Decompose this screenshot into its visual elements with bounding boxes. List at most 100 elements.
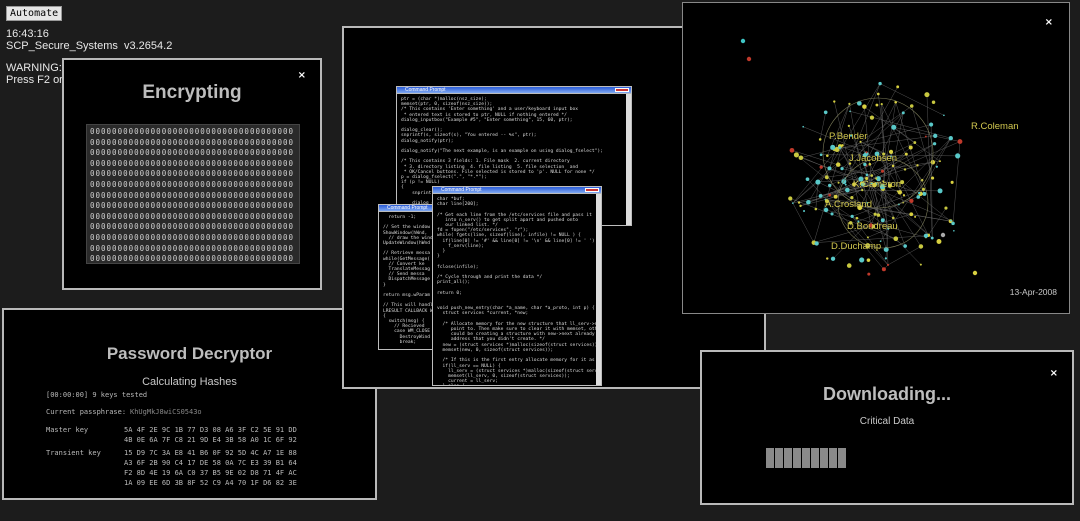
passphrase-value: KhUgMkJ8wiCS0543o [130,408,202,416]
graph-edge [796,154,889,229]
graph-node [818,193,823,198]
graph-node [841,179,847,185]
window-controls[interactable] [585,188,599,192]
graph-node [833,100,836,103]
title-bar[interactable]: Command Prompt [433,187,601,194]
graph-node [823,110,828,115]
graph-node [788,196,793,201]
window-title: Command Prompt [405,87,446,93]
graph-node [891,216,895,220]
graph-node [896,190,899,193]
progress-block [820,448,828,468]
graph-node [819,165,823,169]
graph-node [746,56,752,62]
download-title: Downloading... [823,384,951,404]
graph-node [948,136,953,141]
graph-edge [878,93,891,186]
graph-node [931,100,936,104]
graph-node [840,166,844,171]
graph-node [944,206,948,210]
graph-node [903,244,907,248]
scrollbar[interactable] [596,194,601,385]
graph-node [955,153,961,159]
graph-node [866,236,869,239]
window-title: Command Prompt [441,187,482,193]
graph-node [838,146,842,149]
title-bar[interactable]: Command Prompt [397,87,631,94]
master-key-line-2: 4B 0E 6A 7F C8 21 9D E4 3B 58 A0 1C 6F 9… [124,436,297,444]
node-label: J.Jacobsen [849,153,898,164]
graph-node [933,133,938,139]
transient-key-line-3: F2 8D 4E 19 6A C0 37 B5 9E 02 D8 71 4F A… [124,469,297,477]
graph-node [896,85,900,89]
command-prompt-window-c[interactable]: Command Prompt char *buf; char line[200]… [432,186,602,386]
graph-node [841,144,844,147]
node-label: D.Duchamp [831,241,882,252]
graph-node [814,207,818,211]
node-label: D.Boudreau [847,221,898,232]
graph-node [789,147,795,153]
graph-node [846,263,852,268]
network-graph-window: × R.Coleman P.Bender J.Jacobsen K.Camero… [682,2,1070,314]
graph-node [828,193,832,197]
graph-node [893,236,899,241]
close-icon[interactable]: × [1050,368,1058,379]
graph-node [799,204,802,208]
graph-node [793,152,799,158]
transient-key-line-2: A3 6F 2B 90 C4 17 DE 58 0A 7C E3 39 B1 6… [124,459,297,467]
progress-block [784,448,792,468]
graph-node [880,169,885,173]
graph-node [950,180,954,184]
graph-node [909,198,914,204]
graph-edge [881,104,884,155]
graph-edge [864,112,904,185]
graph-node [921,187,926,191]
graph-node [930,176,935,180]
graph-node [930,236,934,240]
automate-button[interactable]: Automate [6,6,63,21]
transient-key-line-1: 15 D9 7C 3A E8 41 B6 0F 92 5D 4C A7 1E 8… [124,449,297,457]
graph-node [850,214,854,219]
graph-node [876,92,880,96]
graph-node [880,103,883,106]
graph-node [865,173,869,177]
graph-node [847,124,851,127]
graph-node [908,145,913,150]
close-icon[interactable]: × [298,70,306,81]
graph-node [932,142,937,146]
graph-node [814,241,819,246]
graph-node [876,213,881,217]
command-prompt-window-b[interactable]: Command Prompt return -1; // Set the win… [378,204,438,350]
graph-node [901,111,905,115]
passphrase-label: Current passphrase: [46,408,127,416]
graph-node [844,183,847,186]
graph-node [924,135,927,138]
graph-node [891,164,895,168]
graph-node [884,257,888,260]
graph-date: 13-Apr-2008 [1009,287,1057,297]
graph-node [923,233,929,238]
graph-node [886,263,890,266]
graph-node [798,155,804,161]
window-controls[interactable] [615,88,629,92]
progress-block [838,448,846,468]
graph-node [916,164,919,167]
graph-node [891,124,897,130]
graph-node [866,258,871,262]
graph-node [875,103,879,107]
graph-node [929,122,934,127]
title-bar[interactable]: Command Prompt [379,205,437,212]
progress-block [829,448,837,468]
graph-node [938,160,941,163]
node-label: A.Crosland [825,199,872,210]
graph-node [848,102,851,105]
graph-node [935,165,938,168]
graph-node [914,215,917,218]
encryption-grid: 0000000000000000000000000000000000000000… [86,124,300,264]
graph-node [835,162,841,167]
scrollbar[interactable] [626,94,631,225]
graph-node [828,183,832,188]
download-subtitle: Critical Data [859,416,915,427]
code-text: char *buf; char line[200]; /* Get each l… [437,197,601,385]
graph-node [826,257,829,260]
